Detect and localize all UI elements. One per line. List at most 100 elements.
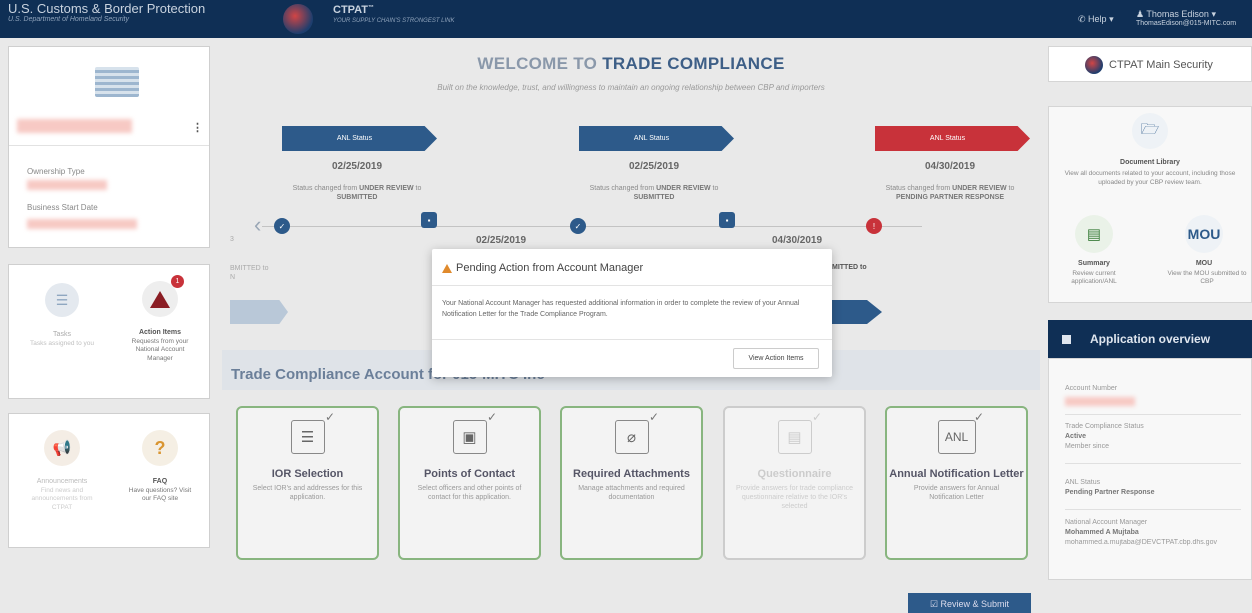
timeline-text-d: PENDING PARTNER RESPONSE: [896, 194, 1004, 202]
review-submit-button[interactable]: ☑ Review & Submit: [908, 593, 1031, 613]
tasks-tile[interactable]: ☰ Tasks Tasks assigned to you: [17, 265, 107, 398]
timeline-lower-date: 02/25/2019: [476, 235, 527, 246]
cbp-brand[interactable]: U.S. Customs & Border Protection U.S. De…: [8, 2, 205, 23]
required-attachments-card[interactable]: ✓ ⌀ Required Attachments Manage attachme…: [560, 406, 703, 560]
timeline-text-c: to: [710, 185, 719, 192]
timeline-date: 02/25/2019: [331, 161, 383, 172]
status-value: Active: [1065, 433, 1087, 440]
welcome-title: WELCOME TO TRADE COMPLIANCE: [222, 54, 1040, 74]
mou-title[interactable]: MOU: [1164, 260, 1244, 267]
contact-card-icon: ▣: [452, 420, 487, 454]
company-logo-icon: [95, 67, 139, 97]
divider: [1065, 509, 1241, 510]
megaphone-icon: 📢: [44, 430, 80, 466]
modal-header: Pending Action from Account Manager: [442, 262, 643, 274]
ctpat-logo-icon: [283, 4, 313, 34]
paperclip-icon: ⌀: [614, 420, 649, 454]
action-items-icon: 1: [142, 275, 184, 317]
application-overview-title: Application overview: [1090, 332, 1211, 346]
announcements-label: Announcements: [36, 478, 88, 485]
company-name-redacted: [17, 119, 132, 133]
points-of-contact-card[interactable]: ✓ ▣ Points of Contact Select officers an…: [398, 406, 541, 560]
action-items-tile[interactable]: 1 Action Items Requests from your Nation…: [113, 265, 207, 398]
annual-notification-letter-card[interactable]: ✓ ANL Annual Notification Letter Provide…: [885, 406, 1028, 560]
member-since-label: Member since: [1065, 443, 1109, 450]
user-menu[interactable]: ♟ Thomas Edison ▾ ThomasEdison@015-MITC.c…: [1136, 9, 1236, 28]
timeline-text: Status changed from UNDER REVIEW to PEND…: [875, 184, 1025, 203]
card-title: Points of Contact: [423, 468, 516, 480]
modal-body: Your National Account Manager has reques…: [442, 300, 800, 318]
question-icon: ?: [142, 430, 178, 466]
divider: [432, 339, 832, 340]
faq-label: FAQ: [152, 478, 168, 485]
review-submit-label: Review & Submit: [940, 599, 1010, 609]
chevron-left-icon[interactable]: ‹: [254, 212, 261, 238]
card-desc: Manage attachments and required document…: [578, 485, 685, 502]
check-circle-icon[interactable]: ✓: [274, 218, 290, 234]
welcome-subtitle: Built on the knowledge, trust, and willi…: [437, 83, 825, 92]
comment-icon[interactable]: ▪: [421, 212, 437, 228]
card-desc: Provide answers for trade compliance que…: [735, 485, 854, 511]
application-overview-header: Application overview: [1048, 320, 1252, 358]
check-circle-icon[interactable]: ✓: [570, 218, 586, 234]
nam-label: National Account Manager: [1065, 519, 1148, 526]
ownership-value-redacted: [27, 180, 107, 190]
timeline-text-d: SUBMITTED: [633, 194, 675, 202]
comment-icon[interactable]: ▪: [719, 212, 735, 228]
main-security-card[interactable]: CTPAT Main Security: [1048, 46, 1252, 82]
chevron-down-icon: ▾: [1208, 9, 1216, 19]
timeline-lower-left-b: N: [230, 274, 236, 282]
timeline-left-digit: 3: [230, 236, 234, 243]
timeline-text-b: UNDER REVIEW: [952, 185, 1007, 192]
tasks-icon: ☰: [45, 283, 79, 317]
clipboard-icon[interactable]: ▤: [1075, 215, 1113, 253]
nam-email[interactable]: mohammed.a.mujtaba@DEVCTPAT.cbp.dhs.gov: [1065, 539, 1251, 546]
tasks-label: Tasks: [53, 331, 71, 338]
timeline-line: [262, 226, 922, 227]
top-header: U.S. Customs & Border Protection U.S. De…: [0, 0, 1252, 38]
warning-icon: [442, 263, 452, 273]
welcome-title-b: TRADE COMPLIANCE: [602, 54, 785, 73]
help-menu[interactable]: ✆ Help ▾: [1078, 14, 1114, 25]
anl-status-label: ANL Status: [1065, 479, 1101, 486]
agency-name: U.S. Customs & Border Protection: [8, 1, 206, 16]
summary-title[interactable]: Summary: [1059, 260, 1129, 267]
view-action-items-button[interactable]: View Action Items: [733, 348, 819, 369]
business-start-label: Business Start Date: [27, 203, 98, 212]
summary-desc: Review current application/ANL: [1071, 270, 1117, 286]
timeline-lower-banner: [230, 300, 288, 324]
mou-icon[interactable]: MOU: [1185, 215, 1223, 253]
application-overview-panel: Account Number Trade Compliance Status A…: [1048, 358, 1252, 580]
alert-circle-icon[interactable]: !: [866, 218, 882, 234]
tasks-sub: Tasks assigned to you: [30, 340, 94, 347]
timeline-text-c: to: [1006, 185, 1015, 192]
divider: [1065, 414, 1241, 415]
timeline-date: 02/25/2019: [628, 161, 680, 172]
account-number-label: Account Number: [1065, 385, 1118, 392]
check-icon: ✓: [648, 410, 659, 424]
ownership-type-label: Ownership Type: [27, 167, 85, 176]
account-number-redacted: [1065, 397, 1135, 406]
timeline-text-c: to: [413, 185, 422, 192]
kebab-menu-icon[interactable]: ⋮: [192, 121, 203, 134]
questionnaire-card[interactable]: ✓ ▤ Questionnaire Provide answers for tr…: [723, 406, 866, 560]
action-items-sub: Requests from your National Account Mana…: [131, 338, 189, 362]
dept-name: U.S. Department of Homeland Security: [8, 16, 129, 23]
info-card: 📢 Announcements Find news and announceme…: [8, 413, 210, 548]
divider: [1065, 463, 1241, 464]
doc-library-desc: View all documents related to your accou…: [1064, 170, 1236, 186]
timeline-text-a: Status changed from: [589, 185, 657, 192]
timeline-banner: ANL Status: [282, 126, 437, 151]
ctpat-title: CTPAT: [333, 4, 369, 16]
ior-selection-card[interactable]: ✓ ☰ IOR Selection Select IOR's and addre…: [236, 406, 379, 560]
chevron-down-icon: ▾: [1106, 14, 1114, 24]
announcements-tile[interactable]: 📢 Announcements Find news and announceme…: [17, 414, 107, 547]
pending-action-modal: Pending Action from Account Manager Your…: [432, 249, 832, 377]
action-items-label: Action Items: [138, 329, 181, 336]
folder-icon[interactable]: 🗁: [1132, 113, 1168, 149]
book-icon: [1062, 335, 1071, 344]
faq-tile[interactable]: ? FAQ Have questions? Visit our FAQ site: [113, 414, 207, 547]
timeline-text-d: SUBMITTED: [336, 194, 378, 202]
card-title: Annual Notification Letter: [889, 468, 1024, 480]
doc-library-title[interactable]: Document Library: [1049, 159, 1251, 166]
